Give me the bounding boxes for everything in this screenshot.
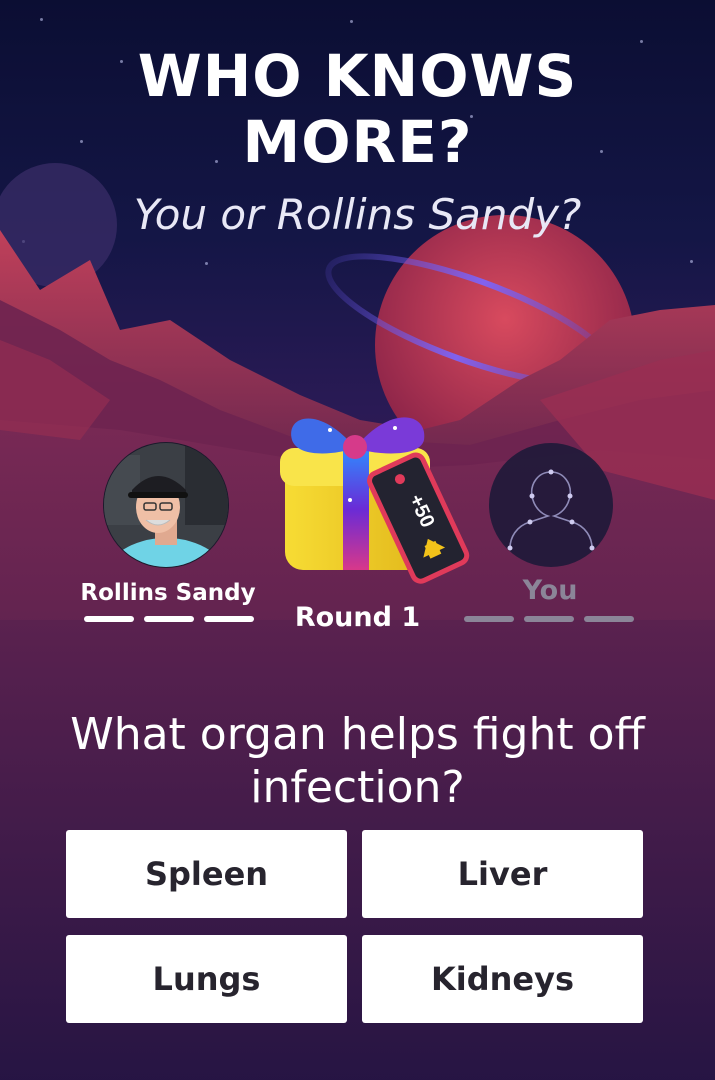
self-score-dashes xyxy=(464,616,634,622)
self-name: You xyxy=(522,575,578,606)
answer-button-spleen[interactable]: Spleen xyxy=(66,830,347,918)
score-dash xyxy=(84,616,134,622)
answer-button-kidneys[interactable]: Kidneys xyxy=(362,935,643,1023)
constellation-silhouette-icon xyxy=(489,443,613,567)
answer-button-liver[interactable]: Liver xyxy=(362,830,643,918)
score-dash xyxy=(464,616,514,622)
answer-button-lungs[interactable]: Lungs xyxy=(66,935,347,1023)
score-dash xyxy=(144,616,194,622)
score-dash xyxy=(204,616,254,622)
opponent-name: Rollins Sandy xyxy=(80,580,256,606)
title-line-1: WHO KNOWS xyxy=(137,42,578,110)
subtitle: You or Rollins Sandy? xyxy=(133,190,582,239)
score-dash xyxy=(524,616,574,622)
question-text: What organ helps fight off infection? xyxy=(70,709,645,813)
game-screen: +50 WHO KNOWS MORE? You or Rollins Sandy… xyxy=(0,0,715,1080)
opponent-score-dashes xyxy=(84,616,254,622)
title-line-2: MORE? xyxy=(242,108,473,176)
score-dash xyxy=(584,616,634,622)
round-label: Round 1 xyxy=(294,602,421,633)
